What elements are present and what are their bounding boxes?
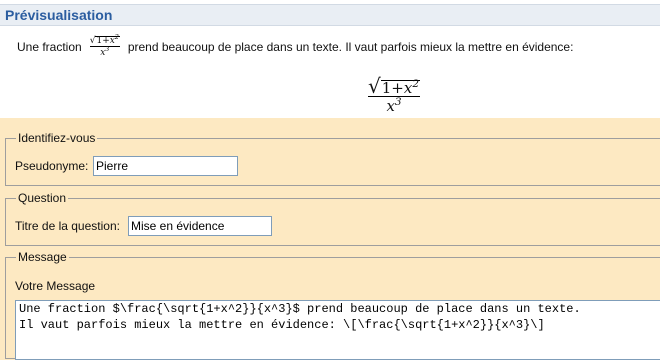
question-title-label: Titre de la question: bbox=[15, 219, 120, 233]
preview-panel: Prévisualisation Une fraction √ 1+x2 x3 … bbox=[0, 0, 660, 118]
identity-legend: Identifiez-vous bbox=[16, 131, 98, 145]
message-legend: Message bbox=[16, 250, 69, 264]
message-label: Votre Message bbox=[15, 279, 96, 293]
inline-fraction: √ 1+x2 x3 bbox=[89, 34, 120, 58]
pseudonym-label: Pseudonyme: bbox=[15, 159, 89, 173]
pseudonym-input[interactable] bbox=[93, 156, 238, 176]
display-fraction: √ 1+x2 x3 bbox=[368, 74, 421, 115]
sqrt-symbol: √ bbox=[368, 74, 381, 98]
question-legend: Question bbox=[16, 191, 69, 205]
question-title-input[interactable] bbox=[128, 216, 272, 236]
preview-header: Prévisualisation bbox=[0, 4, 660, 26]
message-textarea[interactable]: Une fraction $\frac{\sqrt{1+x^2}}{x^3}$ … bbox=[15, 300, 660, 360]
preview-text-after: prend beaucoup de place dans un texte. I… bbox=[127, 40, 574, 54]
preview-inline-text: Une fraction √ 1+x2 x3 prend beaucoup de… bbox=[17, 34, 573, 60]
preview-text-before: Une fraction bbox=[17, 40, 82, 54]
preview-title: Prévisualisation bbox=[5, 7, 113, 23]
